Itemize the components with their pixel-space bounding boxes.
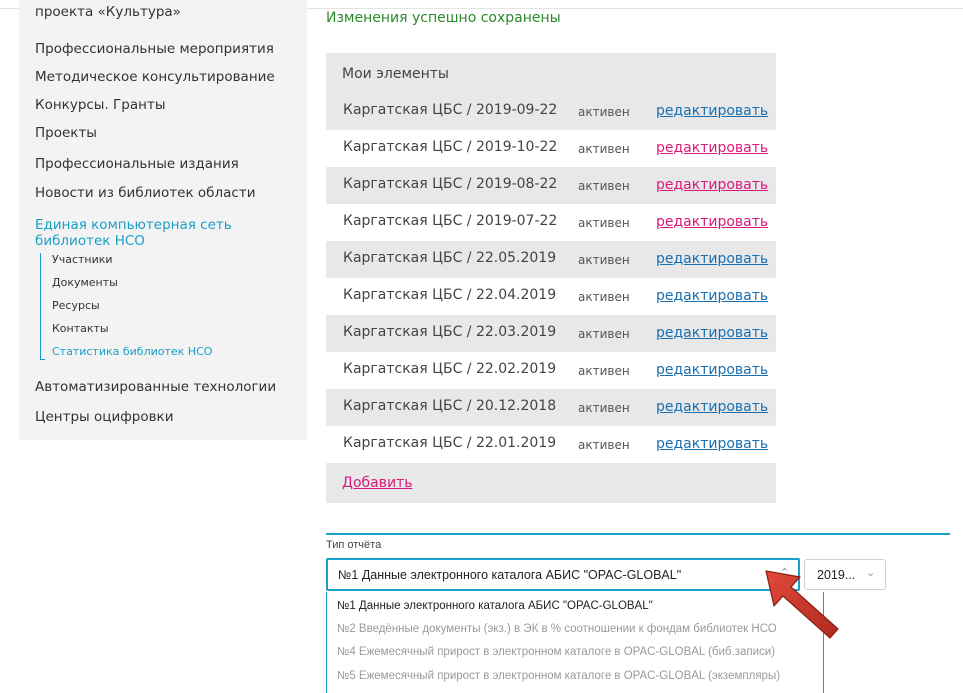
status-badge: активен [578, 438, 630, 452]
dropdown-option[interactable]: №4 Ежемесячный прирост в электронном кат… [337, 646, 775, 658]
edit-link[interactable]: редактировать [656, 288, 768, 304]
element-title: Каргатская ЦБС / 2019-10-22 [343, 139, 558, 155]
my-elements-panel: Мои элементы Каргатская ЦБС / 2019-09-22… [326, 53, 776, 503]
dropdown-option[interactable]: №5 Ежемесячный прирост в электронном кат… [337, 670, 780, 682]
element-title: Каргатская ЦБС / 2019-07-22 [343, 213, 558, 229]
chevron-down-icon: ⌄ [866, 566, 876, 579]
sidebar: проекта «Культура» Профессиональные меро… [19, 0, 307, 440]
sidebar-subitem-documents[interactable]: Документы [52, 276, 118, 289]
element-title: Каргатская ЦБС / 22.04.2019 [343, 287, 557, 303]
list-item: Каргатская ЦБС / 22.04.2019 активен редакт… [326, 278, 776, 315]
add-row: Добавить [326, 463, 776, 503]
edit-link[interactable]: редактировать [656, 325, 768, 341]
element-title: Каргатская ЦБС / 22.02.2019 [343, 361, 557, 377]
status-badge: активен [578, 105, 630, 119]
element-title: Каргатская ЦБС / 22.05.2019 [343, 250, 557, 266]
report-type-dropdown: №1 Данные электронного каталога АБИС "OP… [326, 592, 824, 693]
edit-link[interactable]: редактировать [656, 436, 768, 452]
arrow-icon [765, 570, 839, 639]
panel-title: Мои элементы [326, 53, 776, 93]
report-divider [326, 533, 950, 535]
edit-link[interactable]: редактировать [656, 177, 768, 193]
dropdown-option[interactable]: №2 Введённые документы (экз.) в ЭК в % с… [337, 623, 777, 635]
list-item: Каргатская ЦБС / 2019-10-22 активен редакт… [326, 130, 776, 167]
sidebar-subitem-resources[interactable]: Ресурсы [52, 299, 100, 312]
report-type-label: Тип отчёта [326, 539, 382, 551]
sidebar-item-projects[interactable]: Проекты [35, 125, 97, 141]
edit-link[interactable]: редактировать [656, 362, 768, 378]
element-title: Каргатская ЦБС / 2019-08-22 [343, 176, 558, 192]
edit-link[interactable]: редактировать [656, 399, 768, 415]
sidebar-subitem-statistics[interactable]: Статистика библиотек НСО [52, 345, 212, 358]
list-item: Каргатская ЦБС / 22.05.2019 активен редакт… [326, 241, 776, 278]
success-message: Изменения успешно сохранены [326, 10, 561, 26]
status-badge: активен [578, 290, 630, 304]
list-item: Каргатская ЦБС / 22.03.2019 активен редакт… [326, 315, 776, 352]
sidebar-item-contests[interactable]: Конкурсы. Гранты [35, 97, 165, 113]
sidebar-item-digitization[interactable]: Центры оцифровки [35, 409, 173, 425]
edit-link[interactable]: редактировать [656, 140, 768, 156]
sidebar-item-library-news[interactable]: Новости из библиотек области [35, 185, 255, 201]
list-item: Каргатская ЦБС / 22.01.2019 активен редакт… [326, 426, 776, 463]
sidebar-subitem-members[interactable]: Участники [52, 253, 113, 266]
status-badge: активен [578, 253, 630, 267]
sidebar-item-events[interactable]: Профессиональные мероприятия [35, 41, 274, 57]
sidebar-item-automation[interactable]: Автоматизированные технологии [35, 379, 276, 395]
sidebar-item-consulting[interactable]: Методическое консультирование [35, 69, 275, 85]
list-item: Каргатская ЦБС / 2019-08-22 активен редакт… [326, 167, 776, 204]
report-type-select[interactable]: №1 Данные электронного каталога АБИС "OP… [326, 558, 800, 591]
list-item: Каргатская ЦБС / 22.02.2019 активен редакт… [326, 352, 776, 389]
sidebar-item-culture-project[interactable]: проекта «Культура» [35, 4, 181, 20]
element-title: Каргатская ЦБС / 22.03.2019 [343, 324, 557, 340]
edit-link[interactable]: редактировать [656, 214, 768, 230]
add-element-link[interactable]: Добавить [342, 475, 412, 491]
status-badge: активен [578, 142, 630, 156]
status-badge: активен [578, 401, 630, 415]
sidebar-subitem-contacts[interactable]: Контакты [52, 322, 109, 335]
sidebar-item-publications[interactable]: Профессиональные издания [35, 156, 239, 172]
elements-list: Каргатская ЦБС / 2019-09-22 активен редакт… [326, 93, 776, 463]
list-item: Каргатская ЦБС / 2019-07-22 активен редакт… [326, 204, 776, 241]
subnav-line-foot [40, 359, 45, 360]
element-title: Каргатская ЦБС / 22.01.2019 [343, 435, 557, 451]
edit-link[interactable]: редактировать [656, 103, 768, 119]
status-badge: активен [578, 364, 630, 378]
status-badge: активен [578, 327, 630, 341]
sidebar-item-network[interactable]: Единая компьютерная сеть библиотек НСО [35, 217, 295, 249]
status-badge: активен [578, 179, 630, 193]
status-badge: активен [578, 216, 630, 230]
list-item: Каргатская ЦБС / 20.12.2018 активен редакт… [326, 389, 776, 426]
edit-link[interactable]: редактировать [656, 251, 768, 267]
element-title: Каргатская ЦБС / 2019-09-22 [343, 102, 558, 118]
list-item: Каргатская ЦБС / 2019-09-22 активен редакт… [326, 93, 776, 130]
element-title: Каргатская ЦБС / 20.12.2018 [343, 398, 557, 414]
dropdown-option[interactable]: №1 Данные электронного каталога АБИС "OP… [337, 600, 653, 612]
